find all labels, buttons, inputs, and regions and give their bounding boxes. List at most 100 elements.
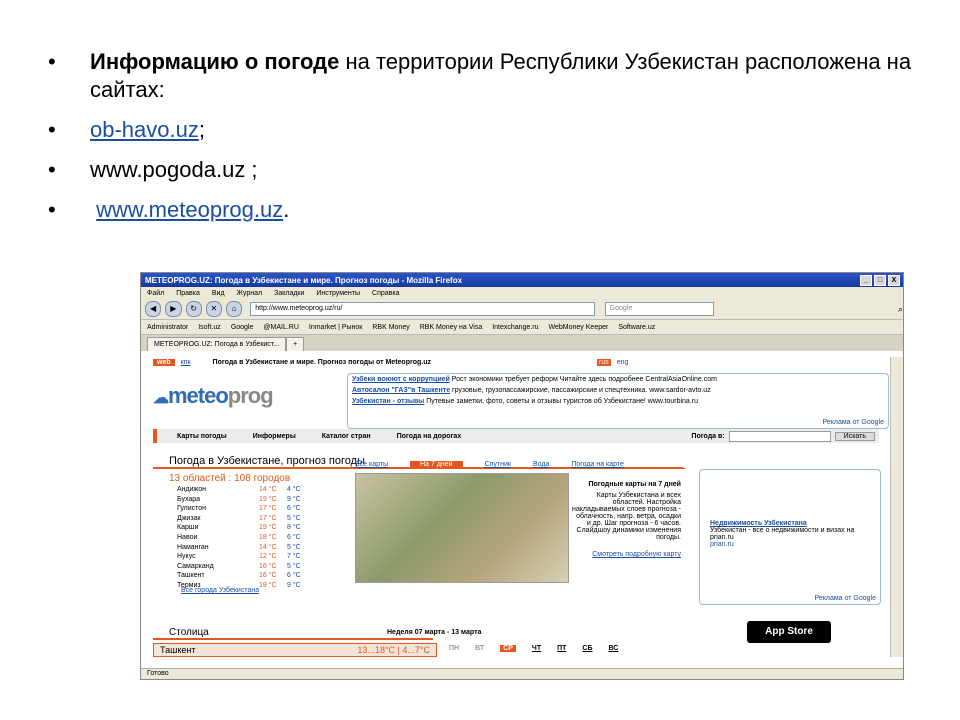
regions-count: 13 областей : 108 городов (169, 473, 291, 484)
nav-roads[interactable]: Погода на дорогах (397, 433, 462, 440)
stop-icon[interactable]: ✕ (205, 301, 222, 317)
city-name: Гулистон (177, 505, 207, 513)
bookmark-item[interactable]: Isoft.uz (198, 324, 221, 331)
weather-in-label: Погода в: (691, 432, 725, 440)
site-search-input[interactable] (728, 430, 831, 442)
menu-edit[interactable]: Правка (176, 290, 200, 297)
night-temp: 5 °C (287, 562, 301, 570)
nav-informers[interactable]: Информеры (253, 433, 296, 440)
minimize-button[interactable]: _ (860, 274, 872, 286)
google-ads-label[interactable]: Реклама от Google (823, 419, 885, 426)
day-sat[interactable]: СБ (582, 645, 592, 652)
bookmark-item[interactable]: Google (231, 324, 254, 331)
day-temp: 18 °C (259, 533, 277, 541)
menu-tools[interactable]: Инструменты (316, 290, 360, 297)
nav-weather-maps[interactable]: Карты погоды (177, 433, 227, 440)
link-meteoprog[interactable]: www.meteoprog.uz (96, 197, 283, 222)
home-icon[interactable]: ⌂ (226, 301, 243, 317)
right-ad-content: Недвижимость Узбекистана Узбекистан - вс… (710, 520, 870, 548)
city-row[interactable]: Джизак 17 °C 5 °C (177, 514, 315, 524)
map-tab[interactable]: Вода (533, 461, 549, 468)
map-text: Карты Узбекистана и всех областей. Настр… (571, 492, 681, 541)
bookmark-item[interactable]: RBK Money на Visa (420, 324, 483, 331)
city-row[interactable]: Навои 18 °C 6 °C (177, 533, 315, 543)
map-detail-link[interactable]: Смотреть подробную карту (571, 551, 681, 558)
bullet-tail: ; (198, 117, 205, 142)
ad-link[interactable]: Узбекистан - отзывы (352, 398, 424, 405)
menu-file[interactable]: Файл (147, 290, 164, 297)
menu-history[interactable]: Журнал (237, 290, 263, 297)
url-input[interactable]: http://www.meteoprog.uz/ru/ (250, 302, 595, 316)
day-sun[interactable]: ВС (609, 645, 619, 652)
city-row[interactable]: Ташкент 16 °C 6 °C (177, 571, 315, 581)
map-tab[interactable]: Спутник (485, 461, 511, 468)
night-temp: 9 °C (287, 495, 301, 503)
tashkent-row[interactable]: Ташкент 13...18°C | 4...7°C (153, 643, 437, 657)
bookmarks-bar: Administrator Isoft.uz Google @MAIL.RU I… (141, 320, 903, 335)
ad-link[interactable]: Узбеки воюют с коррупцией (352, 376, 450, 383)
pda-link[interactable]: кпк (181, 359, 191, 366)
day-thu[interactable]: ЧТ (532, 645, 541, 652)
bold-phrase: Информацию о погоде (90, 49, 340, 74)
bookmark-item[interactable]: RBK Money (372, 324, 409, 331)
city-row[interactable]: Наманган 14 °C 5 °C (177, 543, 315, 553)
bookmark-item[interactable]: WebMoney Keeper (549, 324, 609, 331)
day-wed[interactable]: СР (500, 645, 516, 652)
ad-text: Путевые заметки, фото, советы и отзывы т… (424, 398, 698, 405)
city-row[interactable]: Бухара 19 °C 9 °C (177, 495, 315, 505)
search-input[interactable]: Google (604, 302, 714, 316)
map-tab[interactable]: Все карты (355, 461, 388, 468)
ad-text: Рост экономики требует реформ Читайте зд… (449, 376, 717, 383)
all-cities-link[interactable]: Все города Узбекистана (181, 587, 259, 594)
bookmark-item[interactable]: @MAIL.RU (263, 324, 299, 331)
city-row[interactable]: Нукус 12 °C 7 °C (177, 552, 315, 562)
weather-map-image[interactable] (355, 473, 569, 583)
nav-countries[interactable]: Каталог стран (322, 433, 371, 440)
lang-rus[interactable]: rus (596, 359, 611, 366)
site-search-button[interactable]: Искать (834, 431, 875, 441)
browser-tab[interactable]: METEOPROG.UZ: Погода в Узбекист... (147, 337, 287, 351)
menu-help[interactable]: Справка (372, 290, 399, 297)
back-icon[interactable]: ◀ (145, 301, 162, 317)
meteoprog-logo[interactable]: ☁meteoprog (153, 383, 274, 409)
forward-icon[interactable]: ▶ (165, 301, 182, 317)
day-mon[interactable]: ПН (449, 645, 459, 652)
bullet-item: www.pogoda.uz ; (48, 156, 928, 184)
new-tab-button[interactable]: + (286, 337, 305, 351)
bookmark-item[interactable]: Software.uz (618, 324, 655, 331)
google-ads-label[interactable]: Реклама от Google (815, 595, 877, 602)
city-name: Нукус (177, 553, 196, 561)
bookmark-item[interactable]: Administrator (147, 324, 188, 331)
site-nav-menu: Карты погоды Информеры Каталог стран Пог… (153, 429, 879, 443)
city-row[interactable]: Гулистон 17 °C 6 °C (177, 504, 315, 514)
lang-eng[interactable]: eng (617, 359, 629, 366)
bookmark-item[interactable]: Inmarket | Рынок (309, 324, 362, 331)
vertical-scrollbar[interactable] (890, 357, 903, 657)
ad-link[interactable]: Автосалон "ГАЗ"в Ташкенте (352, 387, 450, 394)
city-row[interactable]: Андижон 14 °C 4 °C (177, 485, 315, 495)
search-icon[interactable]: ⌕ (898, 304, 903, 315)
menu-bookmarks[interactable]: Закладки (274, 290, 304, 297)
bookmark-item[interactable]: Intexchange.ru (492, 324, 538, 331)
app-store-label: App Store (765, 626, 813, 637)
right-ad-url[interactable]: prian.ru (710, 541, 870, 548)
map-tab[interactable]: Погода на карте (571, 461, 624, 468)
right-ad-link[interactable]: Недвижимость Узбекистана (710, 520, 807, 527)
maximize-button[interactable]: □ (874, 274, 886, 286)
day-tue[interactable]: ВТ (475, 645, 484, 652)
menu-view[interactable]: Вид (212, 290, 225, 297)
logo-part-meteo: meteo (168, 383, 229, 408)
reload-icon[interactable]: ↻ (185, 301, 202, 317)
site-search: Погода в: Искать (691, 430, 879, 442)
city-row[interactable]: Карши 19 °C 8 °C (177, 523, 315, 533)
link-ob-havo[interactable]: ob-havo.uz (90, 117, 199, 142)
web-tab[interactable]: web (153, 359, 175, 366)
day-temp: 16 °C (259, 572, 277, 580)
close-button[interactable]: X (888, 274, 900, 286)
app-store-badge[interactable]: App Store (747, 621, 831, 643)
map-tab-active[interactable]: На 7 дней (410, 461, 463, 468)
logo-part-prog: prog (227, 383, 274, 408)
city-row[interactable]: Самарканд 16 °C 5 °C (177, 562, 315, 572)
ad-text: грузовые, грузопассажирские, пассажирски… (450, 387, 711, 394)
day-fri[interactable]: ПТ (557, 645, 566, 652)
